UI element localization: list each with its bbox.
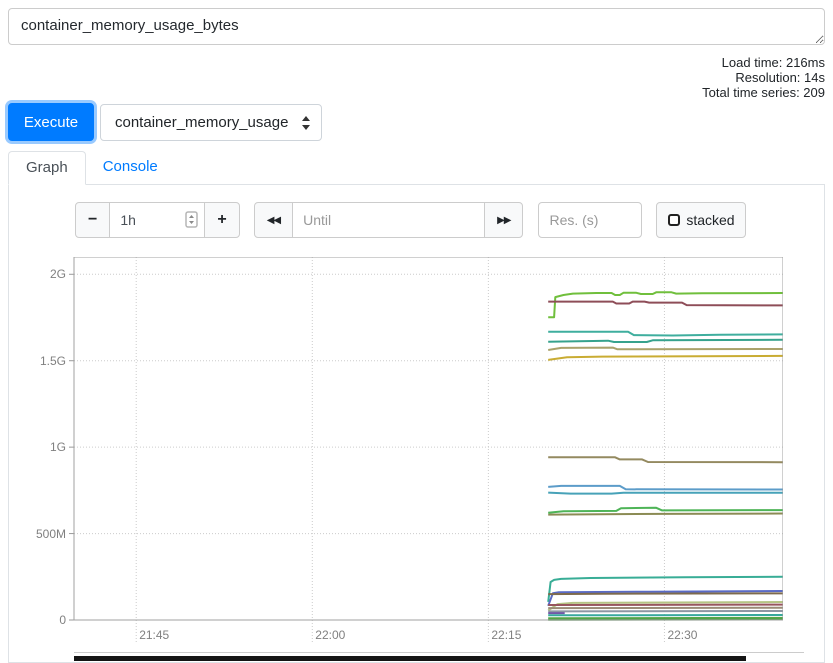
series-line: [548, 356, 783, 360]
series-line: [548, 493, 783, 494]
legend-divider: [74, 652, 804, 653]
select-arrows-icon: [301, 115, 311, 131]
expression-input[interactable]: container_memory_usage_bytes: [8, 8, 825, 45]
plot-svg[interactable]: [66, 257, 783, 652]
series-line: [548, 332, 783, 336]
series-line: [548, 577, 783, 602]
series-line: [548, 486, 783, 490]
series-line: [548, 508, 783, 513]
load-time-text: Load time: 216ms: [702, 55, 825, 70]
series-line: [548, 302, 783, 306]
metric-select-value: container_memory_usage: [115, 114, 297, 131]
execute-button[interactable]: Execute: [8, 103, 94, 141]
series-line: [548, 514, 783, 515]
series-line: [548, 348, 783, 350]
chart-area: 0 500M 1G 1.5G 2G 21:45 22:00 22:15 22:30: [9, 185, 824, 662]
metric-select[interactable]: container_memory_usage: [100, 104, 322, 141]
x-tick-label: 21:45: [139, 628, 169, 642]
y-tick-label: 0: [18, 612, 66, 628]
y-tick-label: 2G: [18, 266, 66, 282]
y-tick-label: 1.5G: [18, 353, 66, 369]
total-series-text: Total time series: 209: [702, 85, 825, 100]
series-line: [548, 457, 783, 462]
series-line: [548, 602, 783, 611]
query-stats: Load time: 216ms Resolution: 14s Total t…: [702, 55, 825, 100]
series-line: [548, 593, 783, 594]
plot-border: [74, 257, 783, 620]
graph-panel: − + ◀◀ ▶▶ stacked: [8, 184, 825, 663]
y-tick-label: 500M: [18, 526, 66, 542]
x-tick-label: 22:00: [315, 628, 345, 642]
series-line: [548, 340, 783, 342]
x-tick-label: 22:15: [491, 628, 521, 642]
tab-graph[interactable]: Graph: [8, 151, 86, 185]
resolution-text: Resolution: 14s: [702, 70, 825, 85]
prometheus-expression-browser: container_memory_usage_bytes Load time: …: [0, 0, 833, 663]
tab-bar: Graph Console: [8, 151, 175, 185]
y-tick-label: 1G: [18, 439, 66, 455]
x-tick-label: 22:30: [667, 628, 697, 642]
tab-console[interactable]: Console: [86, 151, 175, 185]
graph-resize-handle[interactable]: [74, 656, 746, 661]
